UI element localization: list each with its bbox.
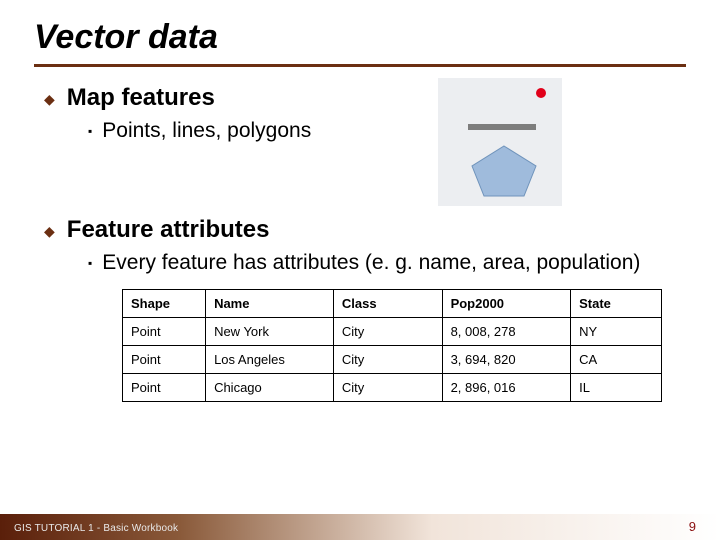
spacing xyxy=(44,152,684,212)
cell-shape: Point xyxy=(123,373,206,401)
cell-class: City xyxy=(333,317,442,345)
slide: Vector data ◆ Map features ▪ Points, lin… xyxy=(0,0,720,540)
cell-name: Los Angeles xyxy=(206,345,334,373)
table-row: Point Chicago City 2, 896, 016 IL xyxy=(123,373,662,401)
subbullet-text: Points, lines, polygons xyxy=(102,118,311,144)
table-row: Point New York City 8, 008, 278 NY xyxy=(123,317,662,345)
cell-state: NY xyxy=(571,317,662,345)
diamond-bullet-icon: ◆ xyxy=(44,223,55,240)
cell-class: City xyxy=(333,345,442,373)
th-name: Name xyxy=(206,289,334,317)
square-bullet-icon: ▪ xyxy=(88,124,92,138)
content-area: ◆ Map features ▪ Points, lines, polygons… xyxy=(44,80,684,402)
cell-pop: 3, 694, 820 xyxy=(442,345,571,373)
table-header-row: Shape Name Class Pop2000 State xyxy=(123,289,662,317)
title-underline xyxy=(34,64,686,67)
cell-class: City xyxy=(333,373,442,401)
bullet-map-features: ◆ Map features xyxy=(44,84,684,112)
slide-title: Vector data xyxy=(34,18,218,57)
cell-shape: Point xyxy=(123,317,206,345)
cell-name: New York xyxy=(206,317,334,345)
bullet-feature-attributes: ◆ Feature attributes xyxy=(44,216,684,244)
th-pop: Pop2000 xyxy=(442,289,571,317)
page-number: 9 xyxy=(689,519,696,534)
th-shape: Shape xyxy=(123,289,206,317)
cell-state: CA xyxy=(571,345,662,373)
square-bullet-icon: ▪ xyxy=(88,256,92,270)
diamond-bullet-icon: ◆ xyxy=(44,91,55,108)
heading-text: Map features xyxy=(67,84,215,112)
cell-pop: 2, 896, 016 xyxy=(442,373,571,401)
cell-state: IL xyxy=(571,373,662,401)
subbullet-text: Every feature has attributes (e. g. name… xyxy=(102,250,640,276)
cell-shape: Point xyxy=(123,345,206,373)
th-state: State xyxy=(571,289,662,317)
th-class: Class xyxy=(333,289,442,317)
subbullet-points-lines-polygons: ▪ Points, lines, polygons xyxy=(88,118,648,144)
attributes-table: Shape Name Class Pop2000 State Point New… xyxy=(122,289,662,402)
cell-pop: 8, 008, 278 xyxy=(442,317,571,345)
subbullet-every-feature: ▪ Every feature has attributes (e. g. na… xyxy=(88,250,648,276)
footer-text: GIS TUTORIAL 1 - Basic Workbook xyxy=(14,523,178,534)
cell-name: Chicago xyxy=(206,373,334,401)
table-row: Point Los Angeles City 3, 694, 820 CA xyxy=(123,345,662,373)
heading-text: Feature attributes xyxy=(67,216,270,244)
